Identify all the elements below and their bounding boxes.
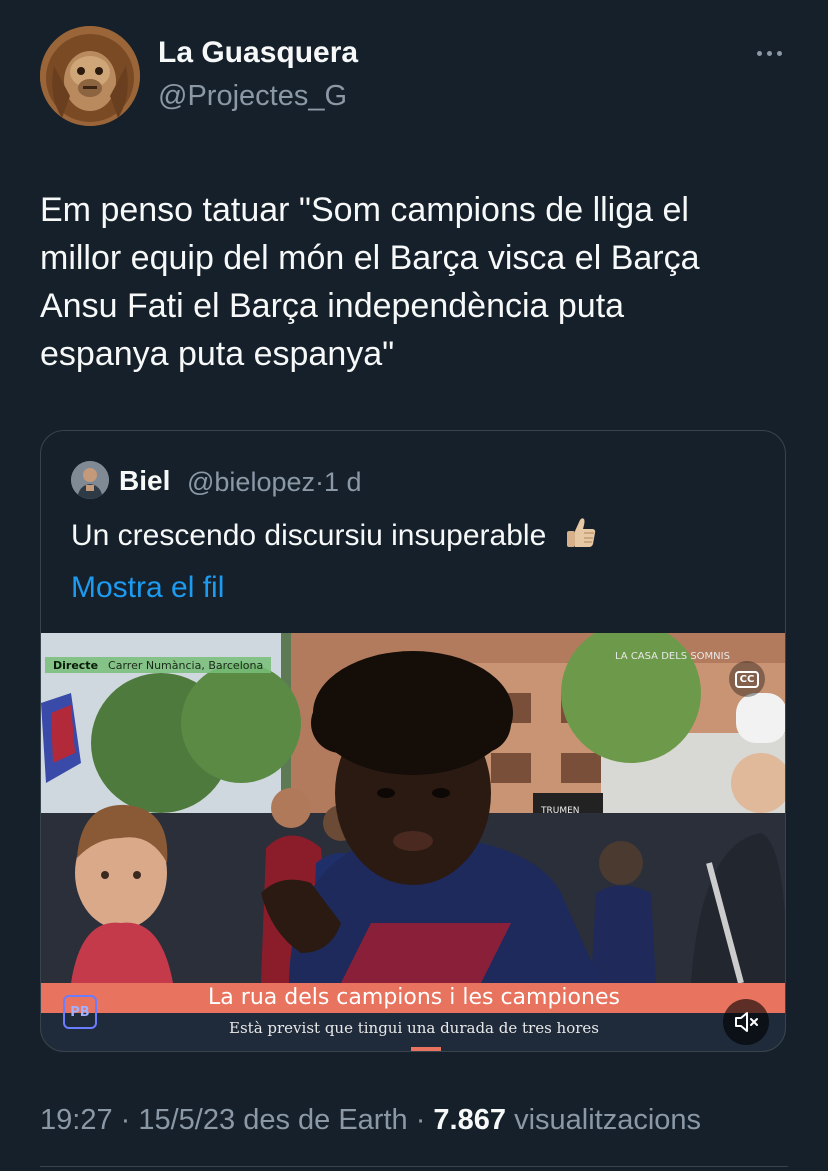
author-name[interactable]: La Guasquera bbox=[158, 36, 358, 70]
footer-separator: · bbox=[407, 1104, 434, 1136]
live-location-bar: Directe Carrer Numància, Barcelona bbox=[45, 657, 272, 673]
tweet-time[interactable]: 19:27 bbox=[40, 1104, 113, 1136]
quoted-author-handle[interactable]: @bielopez bbox=[187, 467, 315, 497]
channel-tag: LA CASA DELS SOMNIS bbox=[615, 651, 730, 662]
cc-icon[interactable]: CC bbox=[729, 661, 765, 697]
lower-third-subtitle: Està previst que tingui una durada de tr… bbox=[229, 1019, 599, 1037]
divider bbox=[40, 1166, 788, 1167]
lower-third-title: La rua dels campions i les campiones bbox=[208, 985, 620, 1010]
quoted-author-meta: @bielopez·1 d bbox=[187, 467, 362, 498]
author-avatar[interactable] bbox=[40, 26, 140, 126]
views-count: 7.867 bbox=[433, 1104, 506, 1136]
tweet-date[interactable]: 15/5/23 bbox=[138, 1104, 235, 1136]
quoted-tweet-age: 1 d bbox=[324, 467, 362, 497]
thumbs-up-icon bbox=[563, 515, 599, 559]
quoted-tweet-text: Un crescendo discursiu insuperable bbox=[71, 515, 599, 559]
footer-separator: · bbox=[112, 1104, 139, 1136]
orangutan-avatar-image bbox=[40, 26, 140, 126]
volume-muted-icon[interactable] bbox=[723, 999, 769, 1045]
quoted-tweet-card[interactable]: Biel @bielopez·1 d Un crescendo discursi… bbox=[40, 430, 786, 1052]
quoted-text-content: Un crescendo discursiu insuperable bbox=[71, 519, 547, 552]
video-player[interactable]: TRUMEN Directe Carrer Numància, Barcelon… bbox=[41, 633, 785, 1051]
meta-separator: · bbox=[315, 467, 324, 497]
tweet-text: Em penso tatuar "Som campions de lliga e… bbox=[40, 191, 700, 373]
cc-label: CC bbox=[734, 670, 760, 688]
more-horizontal-icon[interactable] bbox=[752, 42, 786, 64]
tweet-footer: 19:27 · 15/5/23 des de Earth · 7.867 vis… bbox=[40, 1104, 701, 1137]
quoted-author-name[interactable]: Biel bbox=[119, 465, 170, 497]
channel-logo: PB bbox=[63, 995, 97, 1029]
quoted-author-avatar bbox=[71, 461, 109, 499]
author-handle[interactable]: @Projectes_G bbox=[158, 80, 347, 113]
lower-third-accent bbox=[411, 1047, 441, 1051]
live-label: Directe bbox=[53, 658, 99, 672]
quoted-avatar-image bbox=[71, 461, 109, 499]
video-lower-third: La rua dels campions i les campiones Est… bbox=[41, 983, 785, 1051]
tweet-source: des de Earth bbox=[243, 1104, 408, 1136]
views-label: visualitzacions bbox=[514, 1104, 702, 1136]
show-thread-link[interactable]: Mostra el fil bbox=[71, 571, 224, 605]
live-location: Carrer Numància, Barcelona bbox=[108, 658, 264, 672]
